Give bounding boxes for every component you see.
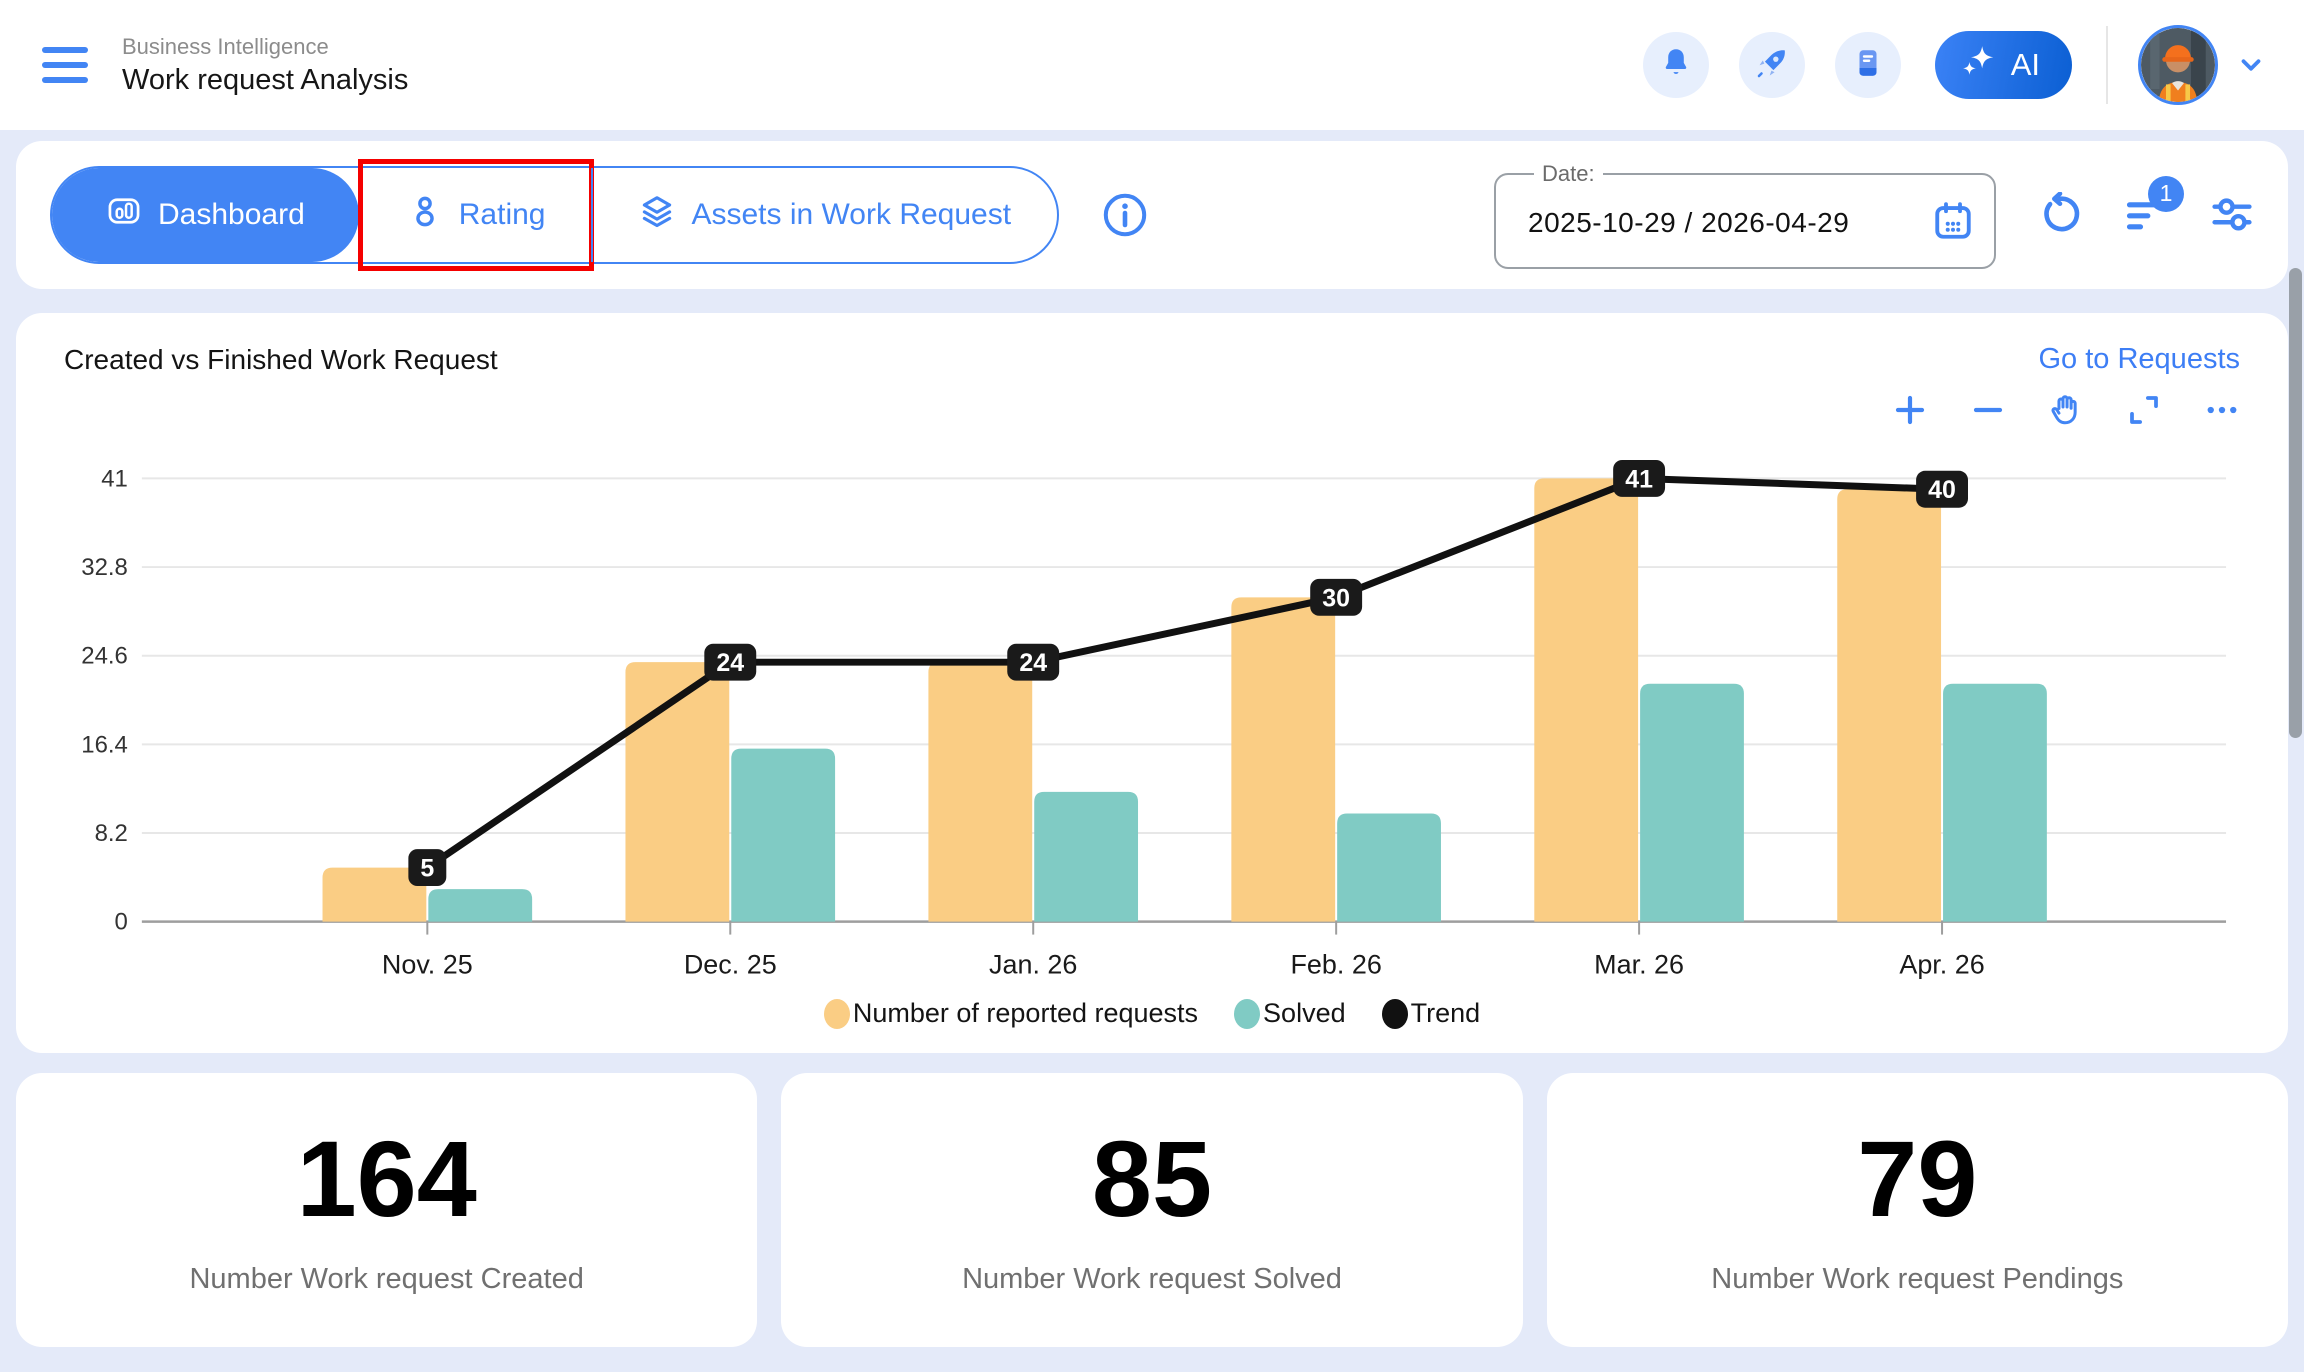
kpi-card-created: 164 Number Work request Created — [16, 1073, 757, 1347]
header-titles: Business Intelligence Work request Analy… — [122, 34, 408, 97]
kpi-label-created: Number Work request Created — [189, 1263, 583, 1296]
menu-icon[interactable] — [42, 47, 88, 83]
docs-button[interactable] — [1835, 32, 1901, 98]
bar-solved — [731, 749, 835, 922]
notifications-button[interactable] — [1643, 32, 1709, 98]
whats-new-button[interactable] — [1739, 32, 1805, 98]
chart-title: Created vs Finished Work Request — [64, 344, 498, 376]
x-axis-label: Dec. 25 — [684, 950, 777, 980]
person-icon — [407, 193, 443, 237]
tab-dashboard[interactable]: Dashboard — [52, 168, 359, 262]
tab-assets-in-work-request[interactable]: Assets in Work Request — [591, 168, 1057, 262]
bar-reported — [1534, 478, 1638, 921]
x-axis-label: Feb. 26 — [1290, 950, 1381, 980]
kpi-value-solved: 85 — [1092, 1125, 1212, 1233]
bar-solved — [1337, 814, 1441, 922]
legend-item-trend[interactable]: Trend — [1382, 998, 1481, 1029]
kpi-card-solved: 85 Number Work request Solved — [781, 1073, 1522, 1347]
info-button[interactable] — [1101, 191, 1149, 239]
kpi-card-pendings: 79 Number Work request Pendings — [1547, 1073, 2288, 1347]
x-axis-label: Apr. 26 — [1899, 950, 1984, 980]
legend-item-solved[interactable]: Solved — [1234, 998, 1346, 1029]
legend-marker-reported — [824, 999, 850, 1029]
kpi-value-created: 164 — [297, 1125, 477, 1233]
page-scrollbar[interactable] — [2287, 130, 2304, 1372]
header-divider — [2106, 26, 2108, 104]
chart-legend: Number of reported requests Solved Trend — [64, 998, 2240, 1029]
calendar-icon[interactable] — [1932, 200, 1974, 247]
app-title: Business Intelligence — [122, 34, 408, 60]
ai-assistant-button[interactable]: AI — [1935, 31, 2072, 99]
trend-label-value: 24 — [716, 649, 744, 677]
settings-sliders-button[interactable] — [2210, 192, 2254, 239]
view-tabs: Dashboard Rating Assets in Work Request — [50, 166, 1059, 264]
kpi-label-pendings: Number Work request Pendings — [1711, 1263, 2123, 1296]
app-header: Business Intelligence Work request Analy… — [0, 0, 2304, 130]
toolbar: Dashboard Rating Assets in Work Request … — [16, 141, 2288, 289]
zoom-in-button[interactable] — [1892, 392, 1928, 430]
legend-marker-solved — [1234, 999, 1260, 1029]
y-axis-tick-label: 41 — [101, 465, 128, 492]
journal-icon — [1851, 46, 1885, 85]
fullscreen-button[interactable] — [2126, 392, 2162, 430]
x-axis-label: Jan. 26 — [989, 950, 1077, 980]
layers-icon — [639, 193, 675, 237]
date-range-value: 2025-10-29 / 2026-04-29 — [1516, 207, 1932, 239]
legend-item-reported[interactable]: Number of reported requests — [824, 998, 1198, 1029]
y-axis-tick-label: 24.6 — [81, 643, 128, 670]
legend-marker-trend — [1382, 999, 1408, 1029]
bar-solved — [428, 889, 532, 921]
rocket-icon — [1755, 46, 1789, 85]
tab-assets-label: Assets in Work Request — [691, 198, 1011, 232]
chart-card: Created vs Finished Work Request Go to R… — [16, 313, 2288, 1053]
user-avatar[interactable] — [2138, 25, 2218, 105]
go-to-requests-link[interactable]: Go to Requests — [2039, 343, 2241, 376]
bar-reported — [1231, 597, 1335, 921]
kpi-value-pendings: 79 — [1857, 1125, 1977, 1233]
zoom-out-button[interactable] — [1970, 392, 2006, 430]
x-axis-label: Mar. 26 — [1594, 950, 1684, 980]
y-axis-tick-label: 0 — [115, 909, 128, 936]
bar-reported — [928, 662, 1032, 921]
filter-button[interactable]: 1 — [2124, 192, 2168, 239]
y-axis-tick-label: 32.8 — [81, 554, 128, 581]
bar-solved — [1640, 684, 1744, 922]
refresh-button[interactable] — [2038, 192, 2082, 239]
bar-reported — [1837, 489, 1941, 921]
dashboard-icon — [106, 193, 142, 237]
date-range-input[interactable]: 2025-10-29 / 2026-04-29 — [1516, 187, 1974, 259]
tab-rating-label: Rating — [459, 198, 546, 232]
filter-badge: 1 — [2148, 176, 2184, 212]
sparkle-icon — [1961, 43, 1997, 87]
x-axis-label: Nov. 25 — [382, 950, 473, 980]
y-axis-tick-label: 8.2 — [95, 820, 128, 847]
date-field-label: Date: — [1534, 161, 1603, 187]
bar-solved — [1034, 792, 1138, 922]
trend-label-value: 24 — [1019, 649, 1047, 677]
info-icon — [1101, 227, 1149, 242]
more-options-button[interactable] — [2204, 392, 2240, 430]
sliders-icon — [2210, 192, 2254, 239]
page-title: Work request Analysis — [122, 64, 408, 97]
header-actions: AI — [1613, 25, 2266, 105]
bar-chart: 0 8.2 16.4 24.6 32.8 41 Nov. 25 Dec. 25 Jan. 26 F… — [64, 432, 2240, 988]
refresh-icon — [2038, 192, 2082, 239]
scrollbar-thumb[interactable] — [2289, 268, 2302, 738]
tab-rating[interactable]: Rating — [359, 168, 592, 262]
trend-label-value: 30 — [1322, 584, 1350, 612]
y-axis-tick-label: 16.4 — [81, 731, 128, 758]
chart-toolbar — [64, 392, 2240, 430]
kpi-label-solved: Number Work request Solved — [962, 1263, 1342, 1296]
date-range-field: Date: 2025-10-29 / 2026-04-29 — [1494, 161, 1996, 269]
trend-label-value: 40 — [1928, 476, 1956, 504]
trend-label-value: 41 — [1625, 465, 1653, 493]
trend-label-value: 5 — [420, 855, 434, 883]
tab-dashboard-label: Dashboard — [158, 198, 305, 232]
bell-icon — [1659, 46, 1693, 85]
kpi-row: 164 Number Work request Created 85 Numbe… — [16, 1073, 2288, 1347]
pan-button[interactable] — [2048, 392, 2084, 430]
chevron-down-icon[interactable] — [2236, 50, 2266, 80]
bar-solved — [1943, 684, 2047, 922]
ai-button-label: AI — [2011, 47, 2040, 83]
